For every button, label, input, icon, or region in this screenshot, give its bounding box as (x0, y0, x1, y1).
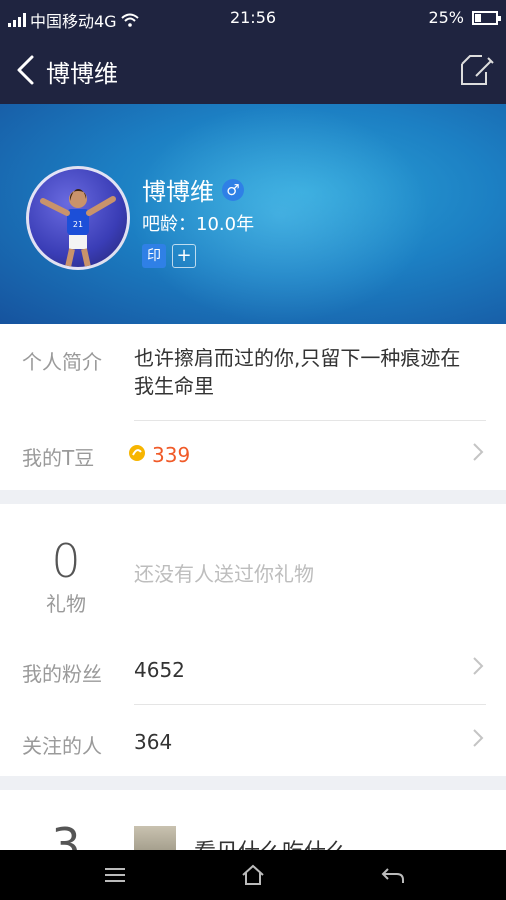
next-section-count: 3 (51, 818, 81, 850)
bar-age: 吧龄：10.0年 (142, 214, 255, 235)
page-title: 博博维 (46, 60, 118, 88)
system-nav-bar (0, 850, 506, 900)
battery-percent: 25% (428, 8, 464, 27)
divider (134, 704, 486, 705)
edit-profile-icon[interactable] (458, 52, 494, 88)
intro-label: 个人简介 (22, 350, 102, 374)
chevron-right-icon (473, 729, 484, 747)
back-arrow-icon[interactable] (12, 54, 40, 86)
profile-name: 博博维 (142, 178, 214, 206)
chevron-right-icon (473, 443, 484, 461)
battery-icon (472, 10, 501, 25)
divider (134, 420, 486, 421)
fans-label: 我的粉丝 (22, 662, 102, 686)
gift-label: 礼物 (46, 592, 86, 616)
nav-bar: 博博维 (0, 36, 506, 104)
seal-badge[interactable]: 印 (142, 244, 166, 268)
badge-row: 印 + (142, 244, 196, 268)
add-badge-button[interactable]: + (172, 244, 196, 268)
avatar-jersey-number: 21 (73, 220, 83, 229)
following-label: 关注的人 (22, 734, 102, 758)
back-icon[interactable] (380, 863, 406, 887)
profile-header: 21 博博维 ♂ 吧龄：10.0年 印 + (0, 104, 506, 324)
next-section-card[interactable]: 3 看见什么吃什么 (0, 790, 506, 850)
next-section-thumbnail (134, 826, 176, 850)
info-card: 个人简介 也许擦肩而过的你,只留下一种痕迹在我生命里 我的T豆 339 (0, 324, 506, 490)
intro-text: 也许擦肩而过的你,只留下一种痕迹在我生命里 (134, 346, 461, 398)
tdou-coin-icon (129, 445, 145, 461)
battery-fill (475, 13, 481, 22)
profile-name-row: 博博维 ♂ (142, 172, 244, 207)
avatar-image: 21 (40, 189, 116, 267)
next-section-title: 看见什么吃什么 (194, 834, 348, 850)
menu-icon[interactable] (102, 863, 128, 887)
gift-count: 0 (51, 534, 81, 588)
gender-male-icon: ♂ (222, 178, 244, 201)
home-icon[interactable] (240, 863, 266, 887)
avatar[interactable]: 21 (26, 166, 130, 270)
stats-card: 0 礼物 还没有人送过你礼物 我的粉丝 4652 关注的人 364 (0, 504, 506, 776)
chevron-right-icon (473, 657, 484, 675)
status-bar: 中国移动4G 21:56 25% (0, 0, 506, 36)
tdou-value: 339 (152, 443, 191, 467)
status-right: 25% (428, 8, 501, 27)
following-value: 364 (134, 730, 173, 754)
fans-value: 4652 (134, 658, 185, 682)
tdou-label: 我的T豆 (22, 446, 95, 470)
gift-empty-text: 还没有人送过你礼物 (134, 562, 314, 586)
